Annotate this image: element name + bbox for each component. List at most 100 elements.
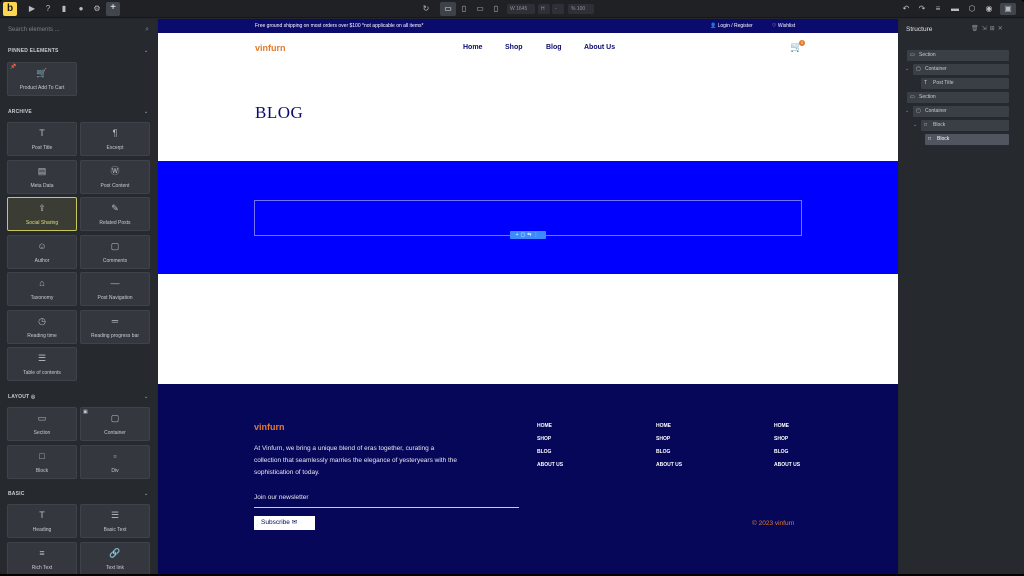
tablet-portrait-icon[interactable]: ▯ — [456, 2, 472, 16]
filter-icon[interactable]: ⊞ — [990, 26, 998, 32]
tree-item-block-selected[interactable]: □ Block — [925, 134, 1009, 145]
pointer-icon[interactable]: ▶ — [26, 3, 38, 15]
element-text-link[interactable]: 🔗 Text link — [80, 542, 150, 574]
element-author[interactable]: ☺ Author — [7, 235, 77, 269]
element-table-of-contents[interactable]: ☰ Table of contents — [7, 347, 77, 381]
post-title-heading[interactable]: BLOG — [255, 103, 303, 123]
element-post-content[interactable]: Ⓦ Post Content — [80, 160, 150, 194]
wishlist-link[interactable]: ♡ Wishlist — [772, 19, 795, 33]
refresh-icon[interactable]: ↻ — [420, 3, 432, 15]
footer-link-shop[interactable]: SHOP — [537, 436, 563, 449]
redo-icon[interactable]: ↷ — [916, 3, 928, 15]
footer-link-about-us[interactable]: ABOUT US — [774, 462, 800, 475]
element-rich-text[interactable]: ≡ Rich Text — [7, 542, 77, 574]
link-icon: 🔗 — [109, 548, 121, 558]
chevron-down-icon: ⌄ — [144, 48, 149, 54]
pages-icon[interactable]: ▮ — [58, 3, 70, 15]
history-icon[interactable]: ● — [75, 3, 87, 15]
chevron-down-icon[interactable]: ⌄ — [905, 64, 909, 75]
element-product-add-to-cart[interactable]: 📌 🛒 Product Add To Cart — [7, 62, 77, 96]
nav-about-us[interactable]: About Us — [584, 44, 615, 51]
element-post-title[interactable]: T Post Title — [7, 122, 77, 156]
collapse-icon[interactable]: ⇲ — [982, 26, 990, 32]
footer-logo[interactable]: vinfurn — [254, 422, 285, 432]
element-social-sharing[interactable]: ⇪ Social Sharing — [7, 197, 77, 231]
trash-icon[interactable]: 🗑 — [971, 26, 982, 32]
element-post-navigation[interactable]: — Post Navigation — [80, 272, 150, 306]
bricks-logo[interactable]: b — [3, 2, 17, 16]
element-taxonomy[interactable]: ⌂ Taxonomy — [7, 272, 77, 306]
footer-link-blog[interactable]: BLOG — [656, 449, 682, 462]
element-block[interactable]: □ Block — [7, 445, 77, 479]
login-register-link[interactable]: 👤 Login / Register — [710, 19, 753, 33]
nav-home[interactable]: Home — [463, 44, 482, 51]
footer-link-blog[interactable]: BLOG — [537, 449, 563, 462]
mobile-icon[interactable]: ▯ — [488, 2, 504, 16]
tree-item-section[interactable]: ▭ Section — [907, 92, 1009, 103]
subscribe-button[interactable]: Subscribe ✉ — [254, 516, 315, 530]
builder-app: b ▶ ? ▮ ● ⚙ + ↻ ▭ ▯ ▭ ▯ W 1645 H - % 100… — [0, 0, 1024, 576]
chevron-down-icon[interactable]: ⌄ — [913, 120, 917, 131]
footer-links-column-2: HOME SHOP BLOG ABOUT US — [656, 423, 682, 475]
site-logo[interactable]: vinfurn — [255, 43, 286, 53]
save-icon[interactable]: ▣ — [1000, 3, 1016, 15]
folder-icon[interactable]: ▬ — [949, 3, 961, 15]
desktop-breakpoint-icon[interactable]: ▭ — [440, 2, 456, 16]
footer-link-home[interactable]: HOME — [537, 423, 563, 436]
element-related-posts[interactable]: ✎ Related Posts — [80, 197, 150, 231]
element-div[interactable]: ▫ Div — [80, 445, 150, 479]
footer-link-shop[interactable]: SHOP — [774, 436, 800, 449]
section-icon: ▭ — [910, 52, 915, 58]
undo-icon[interactable]: ↶ — [900, 3, 912, 15]
woocommerce-icon[interactable]: ⬡ — [966, 3, 978, 15]
close-icon[interactable]: ✕ — [998, 26, 1006, 32]
footer-link-about-us[interactable]: ABOUT US — [656, 462, 682, 475]
rich-text-icon: ≡ — [39, 548, 45, 558]
group-heading-basic[interactable]: BASIC ⌄ — [8, 491, 148, 497]
add-element-button[interactable]: + — [106, 2, 120, 16]
structure-title: Structure — [906, 26, 933, 33]
element-reading-time[interactable]: ◷ Reading time — [7, 310, 77, 344]
tree-item-container[interactable]: ⌄ ▢ Container — [905, 106, 1009, 117]
tree-item-block[interactable]: ⌄ □ Block — [913, 120, 1009, 131]
element-basic-text[interactable]: ☰ Basic Text — [80, 504, 150, 538]
tree-item-post-title[interactable]: T Post Title — [921, 78, 1009, 89]
settings-gear-icon[interactable]: ⚙ — [91, 3, 103, 15]
section-icon: ▭ — [910, 94, 915, 100]
nav-shop[interactable]: Shop — [505, 44, 523, 51]
elements-panel: Search elements ... ⌕ PINNED ELEMENTS ⌄ 📌… — [0, 19, 157, 574]
footer-link-shop[interactable]: SHOP — [656, 436, 682, 449]
help-icon[interactable]: ? — [42, 3, 54, 15]
wordpress-icon: Ⓦ — [110, 166, 120, 176]
newsletter-input[interactable] — [254, 507, 519, 508]
preview-eye-icon[interactable]: ◉ — [983, 3, 995, 15]
footer-link-blog[interactable]: BLOG — [774, 449, 800, 462]
height-input[interactable]: H — [538, 4, 550, 14]
tablet-landscape-icon[interactable]: ▭ — [472, 2, 488, 16]
footer-link-home[interactable]: HOME — [656, 423, 682, 436]
footer-link-about-us[interactable]: ABOUT US — [537, 462, 563, 475]
group-heading-pinned[interactable]: PINNED ELEMENTS ⌄ — [8, 48, 148, 54]
element-reading-progress-bar[interactable]: ═ Reading progress bar — [80, 310, 150, 344]
footer-link-home[interactable]: HOME — [774, 423, 800, 436]
white-section[interactable] — [158, 274, 898, 384]
element-excerpt[interactable]: ¶ Excerpt — [80, 122, 150, 156]
group-heading-layout[interactable]: LAYOUT ◎ ⌄ — [8, 394, 148, 400]
nav-blog[interactable]: Blog — [546, 44, 562, 51]
tree-item-container[interactable]: ⌄ ▢ Container — [905, 64, 1009, 75]
element-meta-data[interactable]: ▤ Meta Data — [7, 160, 77, 194]
menu-icon[interactable]: ≡ — [932, 3, 944, 15]
element-section[interactable]: ▭ Section — [7, 407, 77, 441]
group-heading-archive[interactable]: ARCHIVE ⌄ — [8, 109, 148, 115]
block-action-toolbar[interactable]: +▢⇆⋮ — [510, 231, 546, 239]
element-container[interactable]: ▣ ▢ Container — [80, 407, 150, 441]
scale-input[interactable]: - — [552, 4, 564, 14]
search-elements-input[interactable]: Search elements ... ⌕ — [3, 23, 153, 37]
element-heading[interactable]: T Heading — [7, 504, 77, 538]
blue-section[interactable]: +▢⇆⋮ — [158, 161, 898, 274]
tree-item-section[interactable]: ▭ Section — [907, 50, 1009, 61]
zoom-input[interactable]: % 100 — [568, 4, 594, 14]
chevron-down-icon[interactable]: ⌄ — [905, 106, 909, 117]
width-input[interactable]: W 1645 — [507, 4, 535, 14]
element-comments[interactable]: ▢ Comments — [80, 235, 150, 269]
